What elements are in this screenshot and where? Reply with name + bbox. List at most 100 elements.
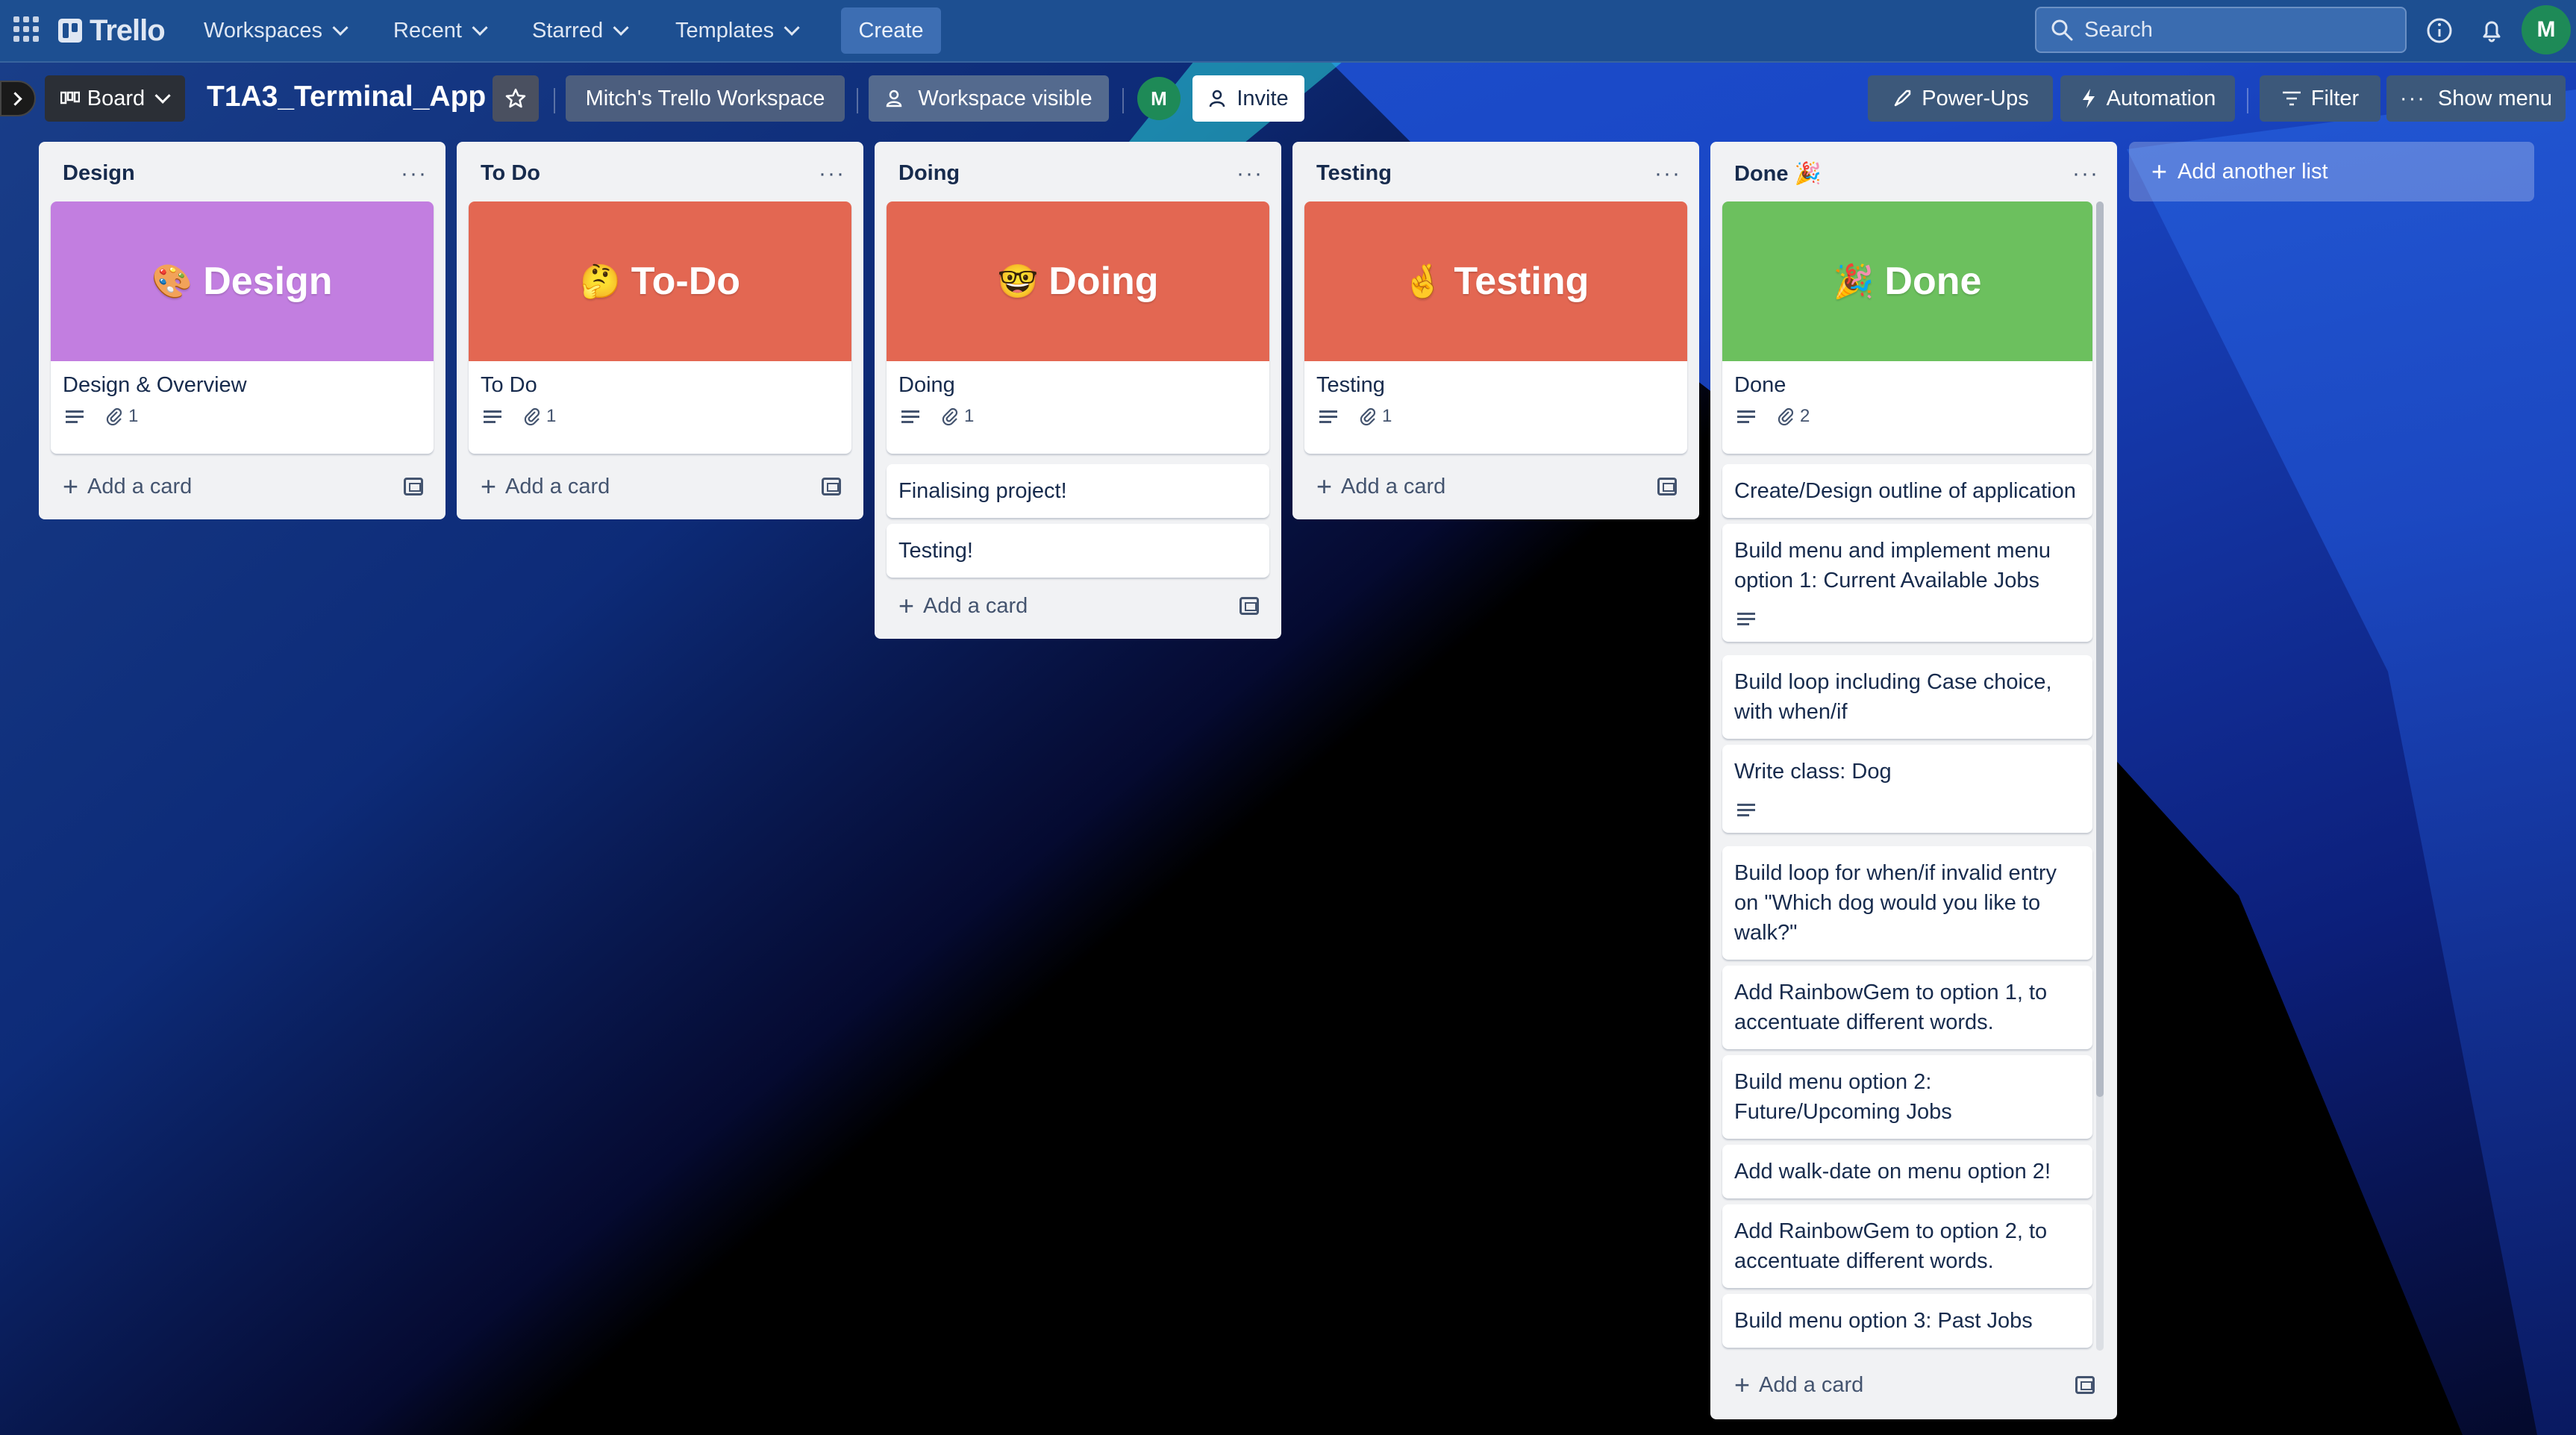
card-title: Testing	[1316, 373, 1385, 397]
lightning-icon	[2082, 89, 2095, 108]
list-card[interactable]: Add walk-date on menu option 2!	[1722, 1145, 2092, 1198]
list-scrollbar[interactable]	[2096, 201, 2104, 1351]
card-template-icon[interactable]	[2075, 1376, 2095, 1394]
apps-grid-icon[interactable]	[13, 16, 39, 42]
list-title[interactable]: Done 🎉	[1734, 161, 1822, 187]
cover-label: Testing	[1454, 260, 1589, 303]
add-card-button[interactable]: + Add a card	[63, 472, 192, 501]
workspaces-label: Workspaces	[204, 18, 323, 43]
card-title: Build loop for when/if invalid entry on …	[1734, 861, 2057, 945]
list-title[interactable]: To Do	[481, 161, 540, 186]
list-card[interactable]: Write class: Dog	[1722, 745, 2092, 833]
info-icon[interactable]	[2425, 16, 2454, 46]
paperclip-icon	[942, 407, 958, 426]
invite-button[interactable]: Invite	[1192, 75, 1304, 122]
recent-label: Recent	[393, 18, 462, 43]
list-card[interactable]: Build loop including Case choice, with w…	[1722, 655, 2092, 739]
search-input[interactable]: Search	[2035, 7, 2407, 53]
card-template-icon[interactable]	[1657, 478, 1677, 495]
card-with-cover[interactable]: 🎉 Done Done 2	[1722, 201, 2092, 454]
cover-label: Done	[1884, 260, 1982, 303]
cover-label: Doing	[1048, 260, 1159, 303]
attachment-count: 1	[546, 406, 557, 426]
card-template-icon[interactable]	[822, 478, 841, 495]
board-view-icon	[60, 91, 80, 104]
user-avatar[interactable]: M	[2522, 5, 2571, 54]
add-card-label: Add a card	[923, 593, 1028, 618]
card-title: Build loop including Case choice, with w…	[1734, 670, 2052, 724]
card-with-cover[interactable]: 🤞 Testing Testing 1	[1304, 201, 1687, 454]
card-title: Write class: Dog	[1734, 760, 1892, 784]
list-card[interactable]: Add RainbowGem to option 2, to accentuat…	[1722, 1204, 2092, 1288]
cover-label: To-Do	[631, 260, 741, 303]
list-actions-icon[interactable]: ···	[401, 161, 428, 187]
list-card[interactable]: Create/Design outline of application	[1722, 464, 2092, 518]
recent-menu[interactable]: Recent	[393, 13, 488, 49]
list-design: Design ··· 🎨 Design Design & Overview 1 …	[39, 142, 446, 519]
card-title: Add RainbowGem to option 1, to accentuat…	[1734, 981, 2048, 1034]
attachment-badge: 2	[1778, 406, 1810, 427]
member-avatar[interactable]: M	[1137, 77, 1181, 120]
list-title[interactable]: Design	[63, 161, 135, 186]
card-with-cover[interactable]: 🤓 Doing Doing 1	[887, 201, 1269, 454]
add-card-button[interactable]: + Add a card	[1316, 472, 1445, 501]
star-icon	[505, 88, 526, 108]
trello-logo[interactable]: Trello	[58, 13, 166, 49]
add-card-button[interactable]: + Add a card	[898, 591, 1028, 621]
powerups-button[interactable]: Power-Ups	[1868, 75, 2053, 122]
attachment-badge: 1	[1360, 406, 1392, 427]
description-icon	[901, 410, 919, 423]
create-button[interactable]: Create	[841, 7, 941, 54]
card-with-cover[interactable]: 🎨 Design Design & Overview 1	[51, 201, 434, 454]
list-actions-icon[interactable]: ···	[819, 161, 845, 187]
starred-menu[interactable]: Starred	[532, 13, 629, 49]
star-board-button[interactable]	[493, 75, 539, 122]
list-card[interactable]: Finalising project!	[887, 464, 1269, 518]
list-actions-icon[interactable]: ···	[2072, 161, 2099, 187]
templates-menu[interactable]: Templates	[675, 13, 800, 49]
card-title: To Do	[481, 373, 537, 397]
list-card[interactable]: Testing!	[887, 524, 1269, 578]
card-badges: 1	[66, 406, 138, 427]
card-with-cover[interactable]: 🤔 To-Do To Do 1	[469, 201, 851, 454]
list-card[interactable]: Build menu and implement menu option 1: …	[1722, 524, 2092, 642]
add-card-button[interactable]: + Add a card	[481, 472, 610, 501]
invite-label: Invite	[1237, 86, 1289, 110]
filter-icon	[2282, 91, 2301, 106]
sidebar-expand-button[interactable]	[0, 81, 36, 116]
list-actions-icon[interactable]: ···	[1237, 161, 1263, 187]
list-to-do: To Do ··· 🤔 To-Do To Do 1 + Add a card	[457, 142, 863, 519]
member-initial: M	[1151, 87, 1167, 110]
plus-icon: +	[898, 590, 915, 621]
list-title[interactable]: Doing	[898, 161, 960, 186]
workspaces-menu[interactable]: Workspaces	[204, 13, 348, 49]
show-menu-button[interactable]: ··· Show menu	[2386, 75, 2566, 122]
plus-icon: +	[1734, 1369, 1751, 1400]
card-title: Done	[1734, 373, 1786, 397]
visibility-button[interactable]: Workspace visible	[869, 75, 1109, 122]
trello-logo-icon	[58, 19, 82, 43]
add-list-button[interactable]: + Add another list	[2129, 142, 2534, 201]
workspace-button[interactable]: Mitch's Trello Workspace	[566, 75, 845, 122]
automation-button[interactable]: Automation	[2060, 75, 2235, 122]
more-icon: ···	[2399, 86, 2426, 110]
board-view-switcher[interactable]: Board	[45, 75, 185, 122]
list-title[interactable]: Testing	[1316, 161, 1392, 186]
list-card[interactable]: Build menu option 3: Past Jobs	[1722, 1294, 2092, 1348]
list-card[interactable]: Build menu option 2: Future/Upcoming Job…	[1722, 1055, 2092, 1139]
list-card[interactable]: Add RainbowGem to option 1, to accentuat…	[1722, 966, 2092, 1049]
card-title: Add walk-date on menu option 2!	[1734, 1160, 2051, 1184]
board-title[interactable]: T1A3_Terminal_App	[207, 81, 486, 113]
description-icon	[1319, 410, 1337, 423]
filter-button[interactable]: Filter	[2260, 75, 2380, 122]
bell-icon[interactable]	[2477, 16, 2507, 46]
list-card[interactable]: Build loop for when/if invalid entry on …	[1722, 846, 2092, 960]
plus-icon: +	[63, 471, 79, 501]
attachment-badge: 1	[524, 406, 556, 427]
add-card-button[interactable]: + Add a card	[1734, 1370, 1863, 1400]
card-template-icon[interactable]	[404, 478, 423, 495]
list-actions-icon[interactable]: ···	[1654, 161, 1681, 187]
card-title: Build menu and implement menu option 1: …	[1734, 539, 2051, 593]
card-badges: 1	[1319, 406, 1392, 427]
card-template-icon[interactable]	[1239, 597, 1259, 615]
